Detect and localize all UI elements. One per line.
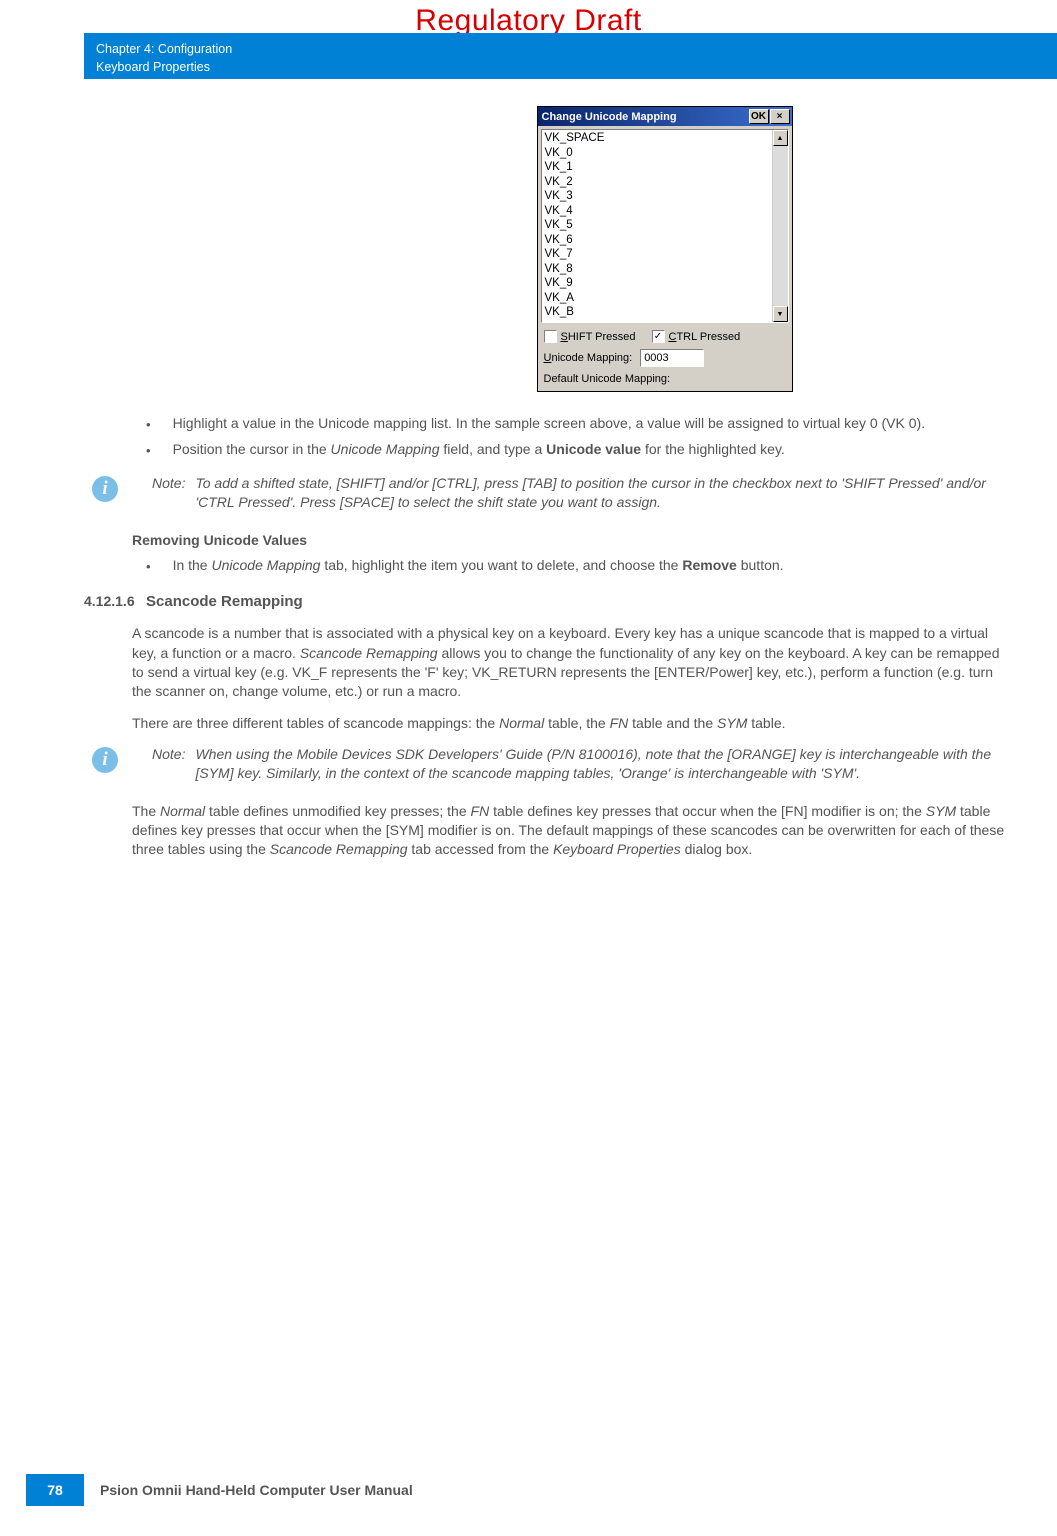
scroll-down-icon[interactable]: ▼ <box>773 306 788 322</box>
list-item[interactable]: VK_0 <box>545 146 769 161</box>
listbox-items: VK_SPACE VK_0 VK_1 VK_2 VK_3 VK_4 VK_5 V… <box>542 130 772 322</box>
page-content: Change Unicode Mapping OK × VK_SPACE VK_… <box>84 106 1015 1466</box>
paragraph: There are three different tables of scan… <box>132 714 1015 733</box>
shift-checkbox-group: SHIFT Pressed <box>544 330 636 343</box>
section-heading: 4.12.1.6 Scancode Remapping <box>84 592 1015 613</box>
unicode-mapping-label: Unicode Mapping: <box>544 352 633 364</box>
list-item[interactable]: VK_SPACE <box>545 131 769 146</box>
unicode-mapping-row: Unicode Mapping: <box>538 345 792 371</box>
list-item[interactable]: VK_5 <box>545 218 769 233</box>
ctrl-checkbox-group: ✓ CTRL Pressed <box>652 330 741 343</box>
list-item[interactable]: VK_9 <box>545 276 769 291</box>
list-item[interactable]: VK_4 <box>545 204 769 219</box>
chapter-header: Chapter 4: Configuration Keyboard Proper… <box>84 33 1057 79</box>
info-icon: i <box>92 747 118 773</box>
shift-label: SHIFT Pressed <box>561 331 636 343</box>
note-label: Note: <box>152 745 185 784</box>
shift-checkbox[interactable] <box>544 330 557 343</box>
paragraph: A scancode is a number that is associate… <box>132 624 1015 701</box>
note-block-1: i Note: To add a shifted state, [SHIFT] … <box>84 474 1015 513</box>
bullet-text: In the Unicode Mapping tab, highlight th… <box>173 556 1015 576</box>
dialog-titlebar: Change Unicode Mapping OK × <box>538 107 792 126</box>
body-text: • Highlight a value in the Unicode mappi… <box>84 414 1015 860</box>
list-item[interactable]: VK_6 <box>545 233 769 248</box>
bullet-icon: • <box>146 556 151 576</box>
unicode-mapping-input[interactable] <box>640 349 704 367</box>
note-text: To add a shifted state, [SHIFT] and/or [… <box>195 474 1015 513</box>
dialog-wrap: Change Unicode Mapping OK × VK_SPACE VK_… <box>84 106 1015 392</box>
bullet-icon: • <box>146 440 151 460</box>
bullet-text: Highlight a value in the Unicode mapping… <box>173 414 1015 434</box>
section-title: Scancode Remapping <box>146 592 303 613</box>
note-text: When using the Mobile Devices SDK Develo… <box>195 745 1015 784</box>
bullet-item: • In the Unicode Mapping tab, highlight … <box>146 556 1015 576</box>
scrollbar[interactable]: ▲ ▼ <box>772 130 788 322</box>
note-body: Note: When using the Mobile Devices SDK … <box>152 745 1015 784</box>
note-body: Note: To add a shifted state, [SHIFT] an… <box>152 474 1015 513</box>
paragraph: The Normal table defines unmodified key … <box>132 802 1015 860</box>
bullet-list-2: • In the Unicode Mapping tab, highlight … <box>146 556 1015 576</box>
change-unicode-dialog: Change Unicode Mapping OK × VK_SPACE VK_… <box>537 106 793 392</box>
footer-title: Psion Omnii Hand-Held Computer User Manu… <box>100 1482 413 1498</box>
ctrl-label: CTRL Pressed <box>669 331 741 343</box>
removing-heading: Removing Unicode Values <box>132 531 1015 550</box>
bullet-item: • Position the cursor in the Unicode Map… <box>146 440 1015 460</box>
list-item[interactable]: VK_B <box>545 305 769 320</box>
chapter-line1: Chapter 4: Configuration <box>96 41 1045 59</box>
ctrl-checkbox[interactable]: ✓ <box>652 330 665 343</box>
info-icon: i <box>92 476 118 502</box>
bullet-icon: • <box>146 414 151 434</box>
checkbox-row: SHIFT Pressed ✓ CTRL Pressed <box>538 326 792 345</box>
list-item[interactable]: VK_1 <box>545 160 769 175</box>
list-item[interactable]: VK_8 <box>545 262 769 277</box>
chapter-line2: Keyboard Properties <box>96 59 1045 77</box>
note-label: Note: <box>152 474 185 513</box>
dialog-title: Change Unicode Mapping <box>542 111 748 123</box>
close-button[interactable]: × <box>770 109 790 124</box>
page-footer: 78 Psion Omnii Hand-Held Computer User M… <box>0 1474 413 1506</box>
list-item[interactable]: VK_A <box>545 291 769 306</box>
scroll-track[interactable] <box>773 146 788 306</box>
scroll-up-icon[interactable]: ▲ <box>773 130 788 146</box>
list-item[interactable]: VK_2 <box>545 175 769 190</box>
bullet-item: • Highlight a value in the Unicode mappi… <box>146 414 1015 434</box>
unicode-listbox[interactable]: VK_SPACE VK_0 VK_1 VK_2 VK_3 VK_4 VK_5 V… <box>541 129 789 323</box>
ok-button[interactable]: OK <box>749 109 769 124</box>
default-mapping-label: Default Unicode Mapping: <box>538 371 792 391</box>
list-item[interactable]: VK_3 <box>545 189 769 204</box>
bullet-list-1: • Highlight a value in the Unicode mappi… <box>146 414 1015 460</box>
section-number: 4.12.1.6 <box>84 592 128 613</box>
list-item[interactable]: VK_7 <box>545 247 769 262</box>
page-number: 78 <box>26 1474 84 1506</box>
bullet-text: Position the cursor in the Unicode Mappi… <box>173 440 1015 460</box>
note-block-2: i Note: When using the Mobile Devices SD… <box>84 745 1015 784</box>
